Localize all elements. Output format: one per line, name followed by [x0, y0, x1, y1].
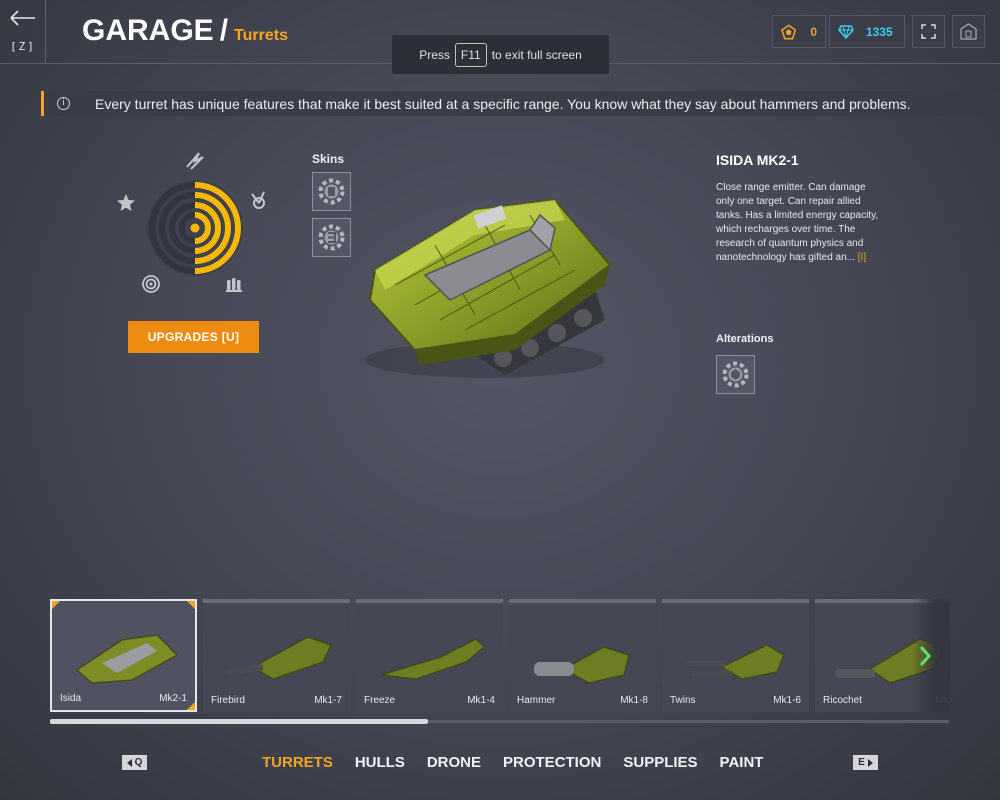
turret-description: Close range emitter. Can damage only one…	[716, 181, 880, 265]
tooltip-prefix: Press	[419, 47, 450, 62]
turret-card-name: Firebird	[211, 695, 245, 706]
turret-card-name: Hammer	[517, 695, 556, 706]
turret-card-hammer[interactable]: Hammer Mk1-8	[509, 599, 656, 712]
turret-thumbnail	[76, 634, 178, 684]
turret-card-name: Isida	[60, 693, 82, 704]
title-main: GARAGE	[82, 14, 214, 47]
power-icon	[186, 152, 204, 170]
crystals-value: 0	[810, 24, 817, 39]
turret-preview-image	[365, 198, 612, 378]
prev-triangle-icon	[126, 758, 132, 767]
skin-a-icon	[318, 178, 345, 205]
lobby-button[interactable]	[952, 15, 985, 48]
f11-key: F11	[454, 42, 487, 67]
title-sub: Turrets	[234, 27, 288, 44]
turret-thumbnail	[227, 636, 332, 680]
tab-drone[interactable]: DRONE	[427, 754, 481, 771]
tab-hulls[interactable]: HULLS	[355, 754, 405, 771]
turret-carousel[interactable]: Isida Mk2-1 Firebird Mk1-7 Freeze Mk1-4 Hammer…	[50, 599, 950, 712]
tab-supplies[interactable]: SUPPLIES	[623, 754, 697, 771]
stats-radar	[117, 152, 265, 293]
prev-category-key[interactable]: Q	[122, 755, 147, 770]
scrollbar-thumb[interactable]	[50, 719, 428, 724]
turret-card-rank: Mk1-8	[620, 695, 648, 706]
selection-corner-marker	[187, 702, 195, 710]
ammo-icon	[226, 278, 242, 292]
category-tabs: TURRETS HULLS DRONE PROTECTION SUPPLIES PAINT	[262, 754, 763, 771]
turret-thumbnail	[534, 646, 630, 684]
prev-key-label: Q	[134, 757, 143, 768]
turret-thumbnail	[380, 638, 485, 680]
crystal-icon	[781, 23, 797, 39]
turret-card-name: Ricochet	[823, 695, 862, 706]
diamonds-value: 1335	[866, 24, 893, 39]
home-icon	[960, 23, 977, 40]
skins-label: Skins	[312, 152, 345, 166]
title-slash: /	[219, 14, 229, 47]
turret-card-rank: Mk1-4	[467, 695, 495, 706]
back-key-hint: [Z]	[10, 40, 36, 53]
tab-paint[interactable]: PAINT	[720, 754, 764, 771]
turret-card-freeze[interactable]: Freeze Mk1-4	[356, 599, 503, 712]
skin-b-icon	[318, 224, 345, 251]
alteration-gear-icon	[722, 361, 749, 388]
carousel-next-icon[interactable]	[918, 645, 932, 667]
diamond-icon	[838, 24, 854, 39]
turret-card-twins[interactable]: Twins Mk1-6	[662, 599, 809, 712]
turret-thumbnail	[687, 644, 785, 680]
back-arrow-icon	[10, 10, 35, 26]
turret-card-rank: Mk1-7	[314, 695, 342, 706]
turret-card-firebird[interactable]: Firebird Mk1-7	[203, 599, 350, 712]
more-info-link[interactable]: [I]	[858, 252, 866, 263]
next-triangle-icon	[867, 758, 873, 767]
accuracy-icon	[142, 275, 160, 293]
turret-card-rank: Mk1	[935, 695, 950, 706]
page-title: GARAGE / Turrets	[82, 14, 288, 48]
turret-card-name: Twins	[670, 695, 696, 706]
info-icon: i	[57, 97, 70, 110]
diamonds-counter[interactable]: 1335	[829, 15, 905, 48]
fullscreen-button[interactable]	[912, 15, 945, 48]
alterations-label: Alterations	[716, 333, 774, 345]
crystals-counter[interactable]: 0	[772, 15, 826, 48]
back-button[interactable]: [Z]	[0, 0, 46, 64]
tab-protection[interactable]: PROTECTION	[503, 754, 601, 771]
next-category-key[interactable]: E	[853, 755, 878, 770]
fullscreen-tooltip: Press F11 to exit full screen	[392, 35, 609, 74]
turret-card-rank: Mk2-1	[159, 693, 187, 704]
damage-icon	[251, 191, 265, 209]
banner-text: Every turret has unique features that ma…	[95, 95, 911, 112]
tab-turrets[interactable]: TURRETS	[262, 754, 333, 771]
turret-name: ISIDA MK2-1	[716, 152, 799, 168]
upgrades-button[interactable]: UPGRADES [U]	[128, 321, 259, 353]
carousel-scrollbar[interactable]	[50, 719, 949, 724]
fullscreen-icon	[921, 24, 936, 39]
turret-card-name: Freeze	[364, 695, 396, 706]
selection-corner-marker	[187, 601, 195, 609]
skin-slot-1[interactable]	[312, 172, 351, 211]
turret-card-isida[interactable]: Isida Mk2-1	[50, 599, 197, 712]
star-icon	[117, 194, 135, 211]
selection-corner-marker	[52, 601, 60, 609]
turret-card-rank: Mk1-6	[773, 695, 801, 706]
info-banner: i Every turret has unique features that …	[41, 91, 1000, 116]
alteration-slot[interactable]	[716, 355, 755, 394]
skin-slot-2[interactable]	[312, 218, 351, 257]
tooltip-suffix: to exit full screen	[491, 47, 582, 62]
description-text: Close range emitter. Can damage only one…	[716, 182, 879, 263]
next-key-label: E	[858, 757, 865, 768]
